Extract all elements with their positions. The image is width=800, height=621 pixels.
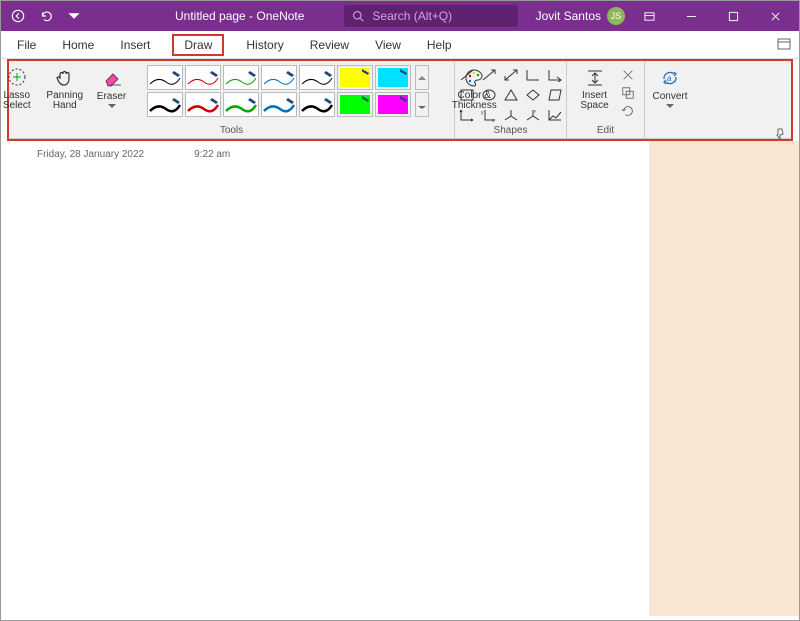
page-time: 9:22 am <box>194 149 230 160</box>
convert-button[interactable]: a Convert <box>649 65 692 111</box>
shape-axes-2d-labeled[interactable]: yx <box>480 107 498 123</box>
maximize-button[interactable] <box>715 1 751 31</box>
pen-thick-green[interactable] <box>223 92 259 117</box>
back-icon[interactable] <box>7 5 29 27</box>
menu-help[interactable]: Help <box>423 34 456 56</box>
pan-label: Panning Hand <box>45 91 85 111</box>
collapse-ribbon-icon[interactable] <box>777 37 791 54</box>
menu-history[interactable]: History <box>242 34 287 56</box>
shape-line[interactable] <box>458 67 476 83</box>
tools-group-label: Tools <box>220 123 243 136</box>
highlighter-cyan[interactable] <box>375 65 411 90</box>
shape-elbow-arrow[interactable] <box>546 67 564 83</box>
shape-arrow[interactable] <box>480 67 498 83</box>
pen-thick-black[interactable] <box>147 92 183 117</box>
chevron-down-icon <box>108 104 116 109</box>
pen-gallery <box>147 65 411 117</box>
pen-thick-blue[interactable] <box>261 92 297 117</box>
lasso-select-button[interactable]: Lasso Select <box>0 65 37 113</box>
menu-draw[interactable]: Draw <box>172 34 224 56</box>
shape-axes-3d[interactable] <box>502 107 520 123</box>
ribbon-highlight: I Type Lasso Select Panning Hand Eraser <box>7 59 793 141</box>
shape-diamond[interactable] <box>524 87 542 103</box>
highlighter-magenta[interactable] <box>375 92 411 117</box>
pen-thin-green[interactable] <box>223 65 259 90</box>
pen-thin-black2[interactable] <box>299 65 335 90</box>
search-box[interactable]: Search (Alt+Q) <box>344 5 517 27</box>
search-icon <box>352 10 364 22</box>
title-bar: Untitled page - OneNote Search (Alt+Q) J… <box>1 1 799 31</box>
delete-button[interactable] <box>619 67 637 83</box>
shape-axes-3d-labeled[interactable]: y <box>524 107 542 123</box>
insert-space-label: Insert Space <box>579 91 611 111</box>
draw-ribbon: I Type Lasso Select Panning Hand Eraser <box>9 61 791 139</box>
edit-group: Insert Space Edit <box>567 61 645 138</box>
lasso-icon <box>6 67 28 89</box>
shape-oval[interactable] <box>480 87 498 103</box>
pen-thick-black2[interactable] <box>299 92 335 117</box>
pen-gallery-up[interactable] <box>415 65 429 90</box>
pen-thin-red[interactable] <box>185 65 221 90</box>
menu-review[interactable]: Review <box>306 34 353 56</box>
pen-thin-black[interactable] <box>147 65 183 90</box>
highlighter-green[interactable] <box>337 92 373 117</box>
menu-file[interactable]: File <box>13 34 40 56</box>
page-date: Friday, 28 January 2022 <box>37 149 144 160</box>
menu-insert[interactable]: Insert <box>116 34 154 56</box>
shape-axes-2d[interactable] <box>458 107 476 123</box>
arrange-button[interactable] <box>619 85 637 101</box>
pen-thick-red[interactable] <box>185 92 221 117</box>
convert-icon: a <box>659 67 681 89</box>
shapes-group: yx y Shapes <box>455 61 567 138</box>
shape-parallelogram[interactable] <box>546 87 564 103</box>
eraser-label: Eraser <box>97 91 126 102</box>
edit-group-label: Edit <box>597 123 614 136</box>
svg-text:y: y <box>534 108 536 113</box>
pen-thin-blue[interactable] <box>261 65 297 90</box>
close-button[interactable] <box>757 1 793 31</box>
convert-label: Convert <box>653 91 688 102</box>
shape-graph[interactable] <box>546 107 564 123</box>
chevron-down-icon <box>666 104 674 109</box>
page-canvas[interactable]: Friday, 28 January 2022 9:22 am <box>1 141 649 616</box>
hand-icon <box>54 67 76 89</box>
shape-double-arrow[interactable] <box>502 67 520 83</box>
svg-text:a: a <box>667 74 672 83</box>
lasso-label: Lasso Select <box>1 91 33 111</box>
shape-rect[interactable] <box>458 87 476 103</box>
eraser-button[interactable]: Eraser <box>93 65 130 111</box>
svg-text:y: y <box>481 110 484 116</box>
panning-hand-button[interactable]: Panning Hand <box>41 65 89 113</box>
eraser-icon <box>101 67 123 89</box>
tools-group: I Type Lasso Select Panning Hand Eraser <box>9 61 455 138</box>
rotate-button[interactable] <box>619 103 637 119</box>
page-list-panel[interactable] <box>649 141 799 616</box>
undo-icon[interactable] <box>35 5 57 27</box>
highlighter-yellow[interactable] <box>337 65 373 90</box>
insert-space-button[interactable]: Insert Space <box>575 65 615 113</box>
page-area: Friday, 28 January 2022 9:22 am <box>1 141 799 616</box>
shapes-group-label: Shapes <box>494 123 528 136</box>
search-placeholder: Search (Alt+Q) <box>372 9 452 23</box>
shape-triangle[interactable] <box>502 87 520 103</box>
pen-gallery-more[interactable] <box>415 92 429 117</box>
convert-group: a Convert <box>645 61 695 138</box>
menu-view[interactable]: View <box>371 34 405 56</box>
menu-home[interactable]: Home <box>58 34 98 56</box>
minimize-button[interactable] <box>673 1 709 31</box>
user-avatar[interactable]: JS <box>607 7 625 25</box>
window-title: Untitled page - OneNote <box>175 9 304 23</box>
qat-dropdown-icon[interactable] <box>63 5 85 27</box>
ribbon-display-icon[interactable] <box>631 1 667 31</box>
insert-space-icon <box>584 67 606 89</box>
menu-bar: File Home Insert Draw History Review Vie… <box>1 31 799 59</box>
user-name[interactable]: Jovit Santos <box>536 9 601 23</box>
shape-elbow[interactable] <box>524 67 542 83</box>
